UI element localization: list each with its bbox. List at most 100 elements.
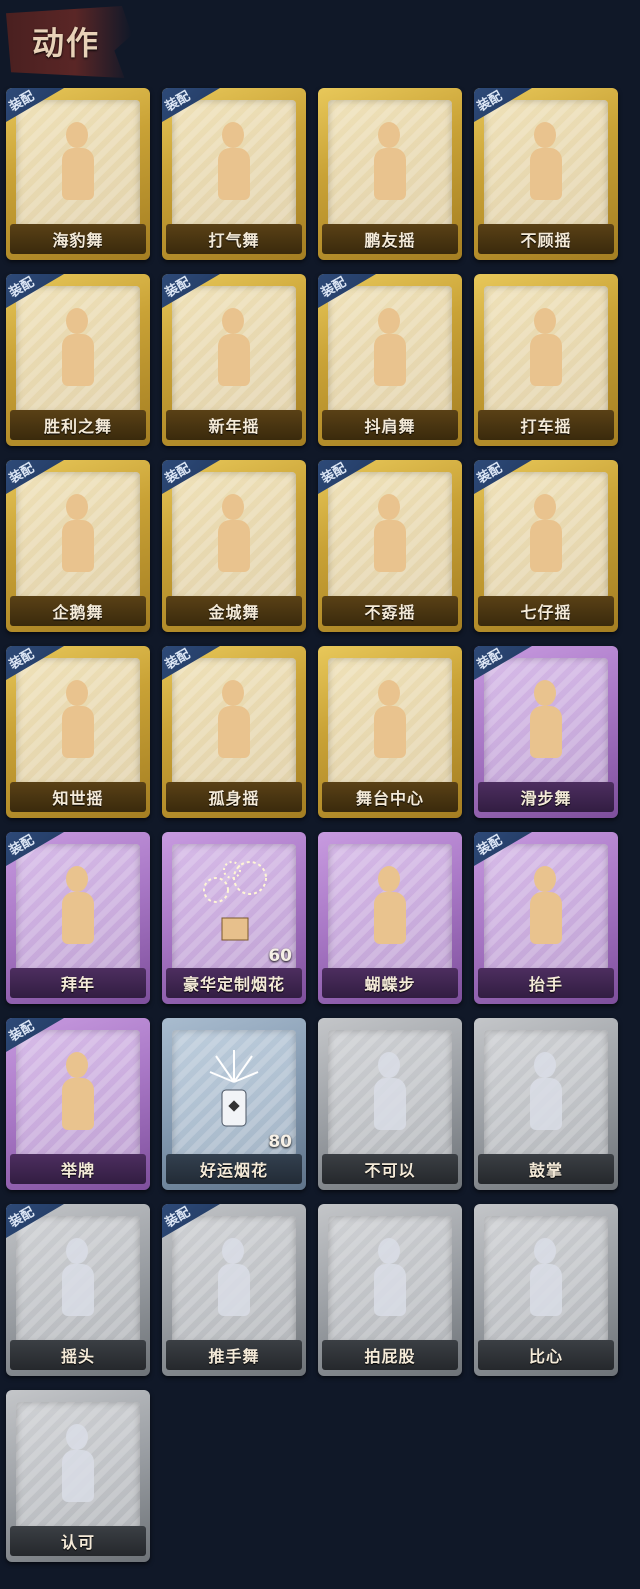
emote-label-bar: 认可 (10, 1526, 146, 1556)
emote-name: 孤身摇 (208, 789, 260, 808)
emote-name: 蝴蝶步 (364, 975, 416, 994)
dance-pose-icon (48, 1424, 108, 1514)
item-count: 60 (268, 946, 292, 966)
emote-card[interactable]: 装配 不孬摇 (318, 460, 462, 632)
dance-pose-icon (516, 1238, 576, 1328)
emote-card[interactable]: 装配 抬手 (474, 832, 618, 1004)
dance-pose-icon (516, 680, 576, 770)
emote-name: 不可以 (364, 1161, 416, 1180)
emote-name: 企鹅舞 (52, 603, 104, 622)
dance-pose-icon (204, 680, 264, 770)
fireworks-box-icon (192, 856, 276, 946)
emote-card[interactable]: 装配 举牌 (6, 1018, 150, 1190)
dance-pose-icon (360, 1238, 420, 1328)
emote-card[interactable]: 装配 孤身摇 (162, 646, 306, 818)
emote-label-bar: 企鹅舞 (10, 596, 146, 626)
emote-card[interactable]: 鹏友摇 (318, 88, 462, 260)
emote-label-bar: 知世摇 (10, 782, 146, 812)
emote-label-bar: 胜利之舞 (10, 410, 146, 440)
emote-name: 抬手 (528, 975, 563, 994)
emote-card[interactable]: 装配 知世摇 (6, 646, 150, 818)
emote-name: 举牌 (60, 1161, 95, 1180)
emote-name: 好运烟花 (199, 1161, 268, 1180)
emote-name: 新年摇 (208, 417, 260, 436)
emote-card[interactable]: 60 豪华定制烟花 (162, 832, 306, 1004)
dance-pose-icon (516, 866, 576, 956)
dance-pose-icon (48, 1052, 108, 1142)
emote-label-bar: 比心 (478, 1340, 614, 1370)
item-count: 80 (268, 1132, 292, 1152)
emote-card[interactable]: 装配 抖肩舞 (318, 274, 462, 446)
emote-label-bar: 鼓掌 (478, 1154, 614, 1184)
emote-card[interactable]: 装配 不顾摇 (474, 88, 618, 260)
dance-pose-icon (204, 308, 264, 398)
dance-pose-icon (516, 494, 576, 584)
emote-card[interactable]: 不可以 (318, 1018, 462, 1190)
emote-label-bar: 滑步舞 (478, 782, 614, 812)
emote-card[interactable]: 装配 胜利之舞 (6, 274, 150, 446)
emote-label-bar: 金城舞 (166, 596, 302, 626)
emote-label-bar: 好运烟花 (166, 1154, 302, 1184)
emote-label-bar: 摇头 (10, 1340, 146, 1370)
emote-label-bar: 举牌 (10, 1154, 146, 1184)
emote-card[interactable]: 比心 (474, 1204, 618, 1376)
emote-label-bar: 新年摇 (166, 410, 302, 440)
emote-card[interactable]: 装配 打气舞 (162, 88, 306, 260)
emote-name: 拜年 (60, 975, 95, 994)
emote-name: 不顾摇 (520, 231, 572, 250)
emote-card[interactable]: 装配 推手舞 (162, 1204, 306, 1376)
emote-label-bar: 不可以 (322, 1154, 458, 1184)
emote-label-bar: 拍屁股 (322, 1340, 458, 1370)
emote-card[interactable]: 认可 (6, 1390, 150, 1562)
dance-pose-icon (360, 866, 420, 956)
emote-name: 鹏友摇 (364, 231, 416, 250)
emote-label-bar: 七仔摇 (478, 596, 614, 626)
emote-card[interactable]: 装配 企鹅舞 (6, 460, 150, 632)
emote-card[interactable]: 装配 七仔摇 (474, 460, 618, 632)
emote-name: 鼓掌 (528, 1161, 563, 1180)
emote-card[interactable]: 打车摇 (474, 274, 618, 446)
emote-card[interactable]: 80 好运烟花 (162, 1018, 306, 1190)
emote-name: 知世摇 (52, 789, 104, 808)
emote-card[interactable]: 鼓掌 (474, 1018, 618, 1190)
dance-pose-icon (360, 494, 420, 584)
dance-pose-icon (516, 308, 576, 398)
emote-label-bar: 海豹舞 (10, 224, 146, 254)
dance-pose-icon (48, 308, 108, 398)
emote-inventory-page: 动作 装配 海豹舞 装配 打气舞鹏友摇 装配 不顾摇装配 胜利之舞 装配 新年摇 装配 抖肩舞打车摇… (0, 0, 640, 1589)
emote-card[interactable]: 装配 金城舞 (162, 460, 306, 632)
dance-pose-icon (48, 494, 108, 584)
emote-card[interactable]: 舞台中心 (318, 646, 462, 818)
emote-label-bar: 舞台中心 (322, 782, 458, 812)
emote-label-bar: 豪华定制烟花 (166, 968, 302, 998)
dance-pose-icon (516, 1052, 576, 1142)
emote-label-bar: 孤身摇 (166, 782, 302, 812)
emote-label-bar: 不顾摇 (478, 224, 614, 254)
emote-card[interactable]: 蝴蝶步 (318, 832, 462, 1004)
dance-pose-icon (204, 1238, 264, 1328)
emote-card[interactable]: 装配 拜年 (6, 832, 150, 1004)
emote-name: 豪华定制烟花 (182, 975, 285, 994)
dance-pose-icon (48, 680, 108, 770)
emote-card[interactable]: 拍屁股 (318, 1204, 462, 1376)
firework-canister-icon (192, 1042, 276, 1132)
emote-name: 摇头 (60, 1347, 95, 1366)
emote-card[interactable]: 装配 摇头 (6, 1204, 150, 1376)
emote-name: 拍屁股 (364, 1347, 416, 1366)
emote-name: 认可 (60, 1533, 95, 1552)
emote-name: 不孬摇 (364, 603, 416, 622)
emote-name: 海豹舞 (52, 231, 104, 250)
emote-label-bar: 打车摇 (478, 410, 614, 440)
emote-name: 打气舞 (208, 231, 260, 250)
emote-name: 打车摇 (520, 417, 572, 436)
section-title: 动作 (32, 24, 101, 62)
emote-card[interactable]: 装配 滑步舞 (474, 646, 618, 818)
emote-name: 舞台中心 (355, 789, 424, 808)
dance-pose-icon (48, 122, 108, 212)
emote-label-bar: 打气舞 (166, 224, 302, 254)
emote-card[interactable]: 装配 新年摇 (162, 274, 306, 446)
dance-pose-icon (48, 1238, 108, 1328)
emote-label-bar: 鹏友摇 (322, 224, 458, 254)
emote-card[interactable]: 装配 海豹舞 (6, 88, 150, 260)
emote-name: 比心 (528, 1347, 563, 1366)
